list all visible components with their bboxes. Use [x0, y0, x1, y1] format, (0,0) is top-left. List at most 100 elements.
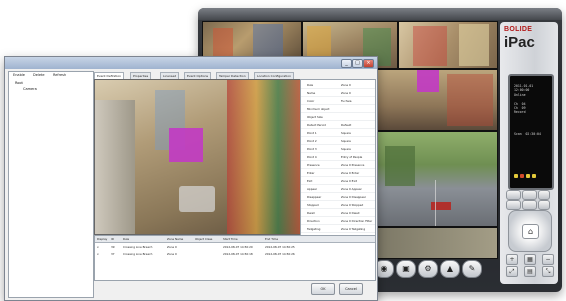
property-name: Color: [307, 99, 315, 103]
column-header[interactable]: Object Class: [195, 236, 212, 242]
property-value[interactable]: Zone 0 Stopped: [341, 202, 363, 208]
property-row[interactable]: Presence Zone 0 Presence: [301, 162, 375, 169]
property-row[interactable]: Disappear Zone 0 Disappear: [301, 194, 375, 201]
property-row[interactable]: Point 1 Square: [301, 130, 375, 137]
column-header[interactable]: ID: [111, 236, 114, 242]
property-name: Point 2: [307, 139, 317, 143]
toolbar-enable[interactable]: Enable: [13, 73, 25, 77]
close-button[interactable]: ×: [363, 59, 374, 68]
table-cell: Zone 0: [167, 252, 177, 256]
cancel-button[interactable]: Cancel: [339, 283, 363, 295]
tab-event-definition[interactable]: Event Definition: [94, 72, 125, 79]
property-value[interactable]: Zone 0 Presence: [341, 162, 364, 168]
property-value[interactable]: Default: [341, 122, 351, 128]
play-button[interactable]: [522, 190, 537, 200]
property-name: Exit: [307, 179, 313, 183]
property-value[interactable]: Zone 0: [341, 82, 351, 88]
table-cell: 39: [111, 245, 115, 249]
property-value[interactable]: Square: [341, 130, 351, 136]
tab-tamper-detection[interactable]: Tamper Detection: [216, 72, 249, 79]
camera-preview[interactable]: [94, 79, 301, 235]
home-icon[interactable]: ⌂: [522, 224, 539, 239]
device-tree-pane: Enable Delete Refresh Root Camera: [8, 71, 94, 298]
property-row[interactable]: Point 4 Entry of People: [301, 154, 375, 161]
camera-view-6[interactable]: [376, 227, 498, 259]
property-name: Direction: [307, 219, 320, 223]
tools-icon[interactable]: ✎: [462, 260, 482, 278]
property-row[interactable]: Enter Zone 0 Enter: [301, 170, 375, 177]
zoom-out-button[interactable]: −: [542, 254, 554, 265]
property-row[interactable]: Point 2 Square: [301, 138, 375, 145]
column-header[interactable]: Rule: [123, 236, 129, 242]
property-row[interactable]: Object Size: [301, 114, 375, 121]
column-header[interactable]: Zone Name: [167, 236, 183, 242]
ok-button[interactable]: OK: [311, 283, 335, 295]
tree-node-root[interactable]: Root: [15, 81, 23, 85]
property-value[interactable]: Zone 0 Exit: [341, 178, 357, 184]
settings-icon[interactable]: ⚙: [418, 260, 438, 278]
grid-button[interactable]: ▤: [524, 266, 536, 277]
minimize-button[interactable]: _: [341, 59, 352, 68]
table-cell: Crossing Line Breach: [123, 245, 153, 249]
next-button[interactable]: [538, 200, 550, 210]
properties-panel: Rule Zone 0 Name Zone 0 Color Fuchsia Minimum …: [300, 79, 376, 238]
property-value[interactable]: Zone 0 Tailgating: [341, 226, 365, 232]
alarm-icon[interactable]: ▲: [440, 260, 460, 278]
camera-view-5[interactable]: [376, 131, 498, 227]
ipac-control-panel: BOLIDE iPac 2011-01-01 12:00:00 Online C…: [500, 22, 558, 284]
tab-properties[interactable]: Properties: [130, 72, 152, 79]
property-value[interactable]: Zone 0: [341, 90, 351, 96]
property-row[interactable]: Rule Zone 0: [301, 82, 375, 89]
property-value[interactable]: Entry of People: [341, 154, 362, 160]
tab-licensed[interactable]: Licensed: [160, 72, 180, 79]
property-row[interactable]: Color Fuchsia: [301, 98, 375, 105]
layout-button[interactable]: ▦: [524, 254, 536, 265]
tab-event-options[interactable]: Event Options: [184, 72, 212, 79]
folder-icon: [514, 174, 518, 178]
forward-button[interactable]: [538, 190, 550, 200]
toolbar-delete[interactable]: Delete: [33, 73, 45, 77]
property-value[interactable]: Square: [341, 138, 351, 144]
property-row[interactable]: Point 3 Square: [301, 146, 375, 153]
property-row[interactable]: Stopped Zone 0 Stopped: [301, 202, 375, 209]
camera-icon[interactable]: ▣: [396, 260, 416, 278]
table-row[interactable]: x 37 Crossing Line Breach Zone 0 2012-08-07 …: [95, 251, 375, 257]
property-row[interactable]: Dwell Zone 0 Dwell: [301, 210, 375, 217]
property-row[interactable]: Tailgating Zone 0 Tailgating: [301, 226, 375, 233]
config-titlebar: _ □ ×: [5, 57, 377, 69]
tree-node-camera[interactable]: Camera: [23, 87, 37, 91]
property-value[interactable]: Fuchsia: [341, 98, 352, 104]
column-header[interactable]: End Time: [265, 236, 278, 242]
detection-zone[interactable]: [169, 128, 203, 162]
property-name: Disappear: [307, 195, 322, 199]
property-value[interactable]: Zone 0 Direction Filter: [341, 218, 372, 224]
record-status-icon: [520, 174, 524, 178]
column-header[interactable]: Display: [97, 236, 107, 242]
property-value[interactable]: Zone 0 Disappear: [341, 194, 366, 200]
property-row[interactable]: Name Zone 0: [301, 90, 375, 97]
property-value[interactable]: Zone 0 Appear: [341, 186, 362, 192]
ptz-direction-pad[interactable]: ⌂: [508, 210, 552, 252]
toolbar-refresh[interactable]: Refresh: [53, 73, 66, 77]
table-row[interactable]: x 39 Crossing Line Breach Zone 0 2012-08-07 …: [95, 244, 375, 250]
property-row[interactable]: Exit Zone 0 Exit: [301, 178, 375, 185]
property-value[interactable]: Square: [341, 146, 351, 152]
property-name: Name: [307, 91, 316, 95]
tab-location-configuration[interactable]: Location Configuration: [254, 72, 294, 79]
camera-view-3[interactable]: [398, 21, 498, 69]
maximize-button[interactable]: □: [352, 59, 363, 68]
property-value[interactable]: Zone 0 Enter: [341, 170, 359, 176]
camera-view-4[interactable]: [376, 69, 498, 131]
stop-button[interactable]: [522, 200, 537, 210]
column-header[interactable]: Start Time: [223, 236, 238, 242]
exit-fullscreen-button[interactable]: ⤡: [542, 266, 554, 277]
rewind-button[interactable]: [506, 190, 521, 200]
property-row[interactable]: Appear Zone 0 Appear: [301, 186, 375, 193]
prev-button[interactable]: [506, 200, 521, 210]
property-row[interactable]: Minimum object: [301, 106, 375, 113]
property-row[interactable]: Detect Period Default: [301, 122, 375, 129]
property-value[interactable]: Zone 0 Dwell: [341, 210, 359, 216]
detection-zone-overlay: [417, 70, 439, 92]
property-name: Detect Period: [307, 123, 326, 127]
property-row[interactable]: Direction Zone 0 Direction Filter: [301, 218, 375, 225]
